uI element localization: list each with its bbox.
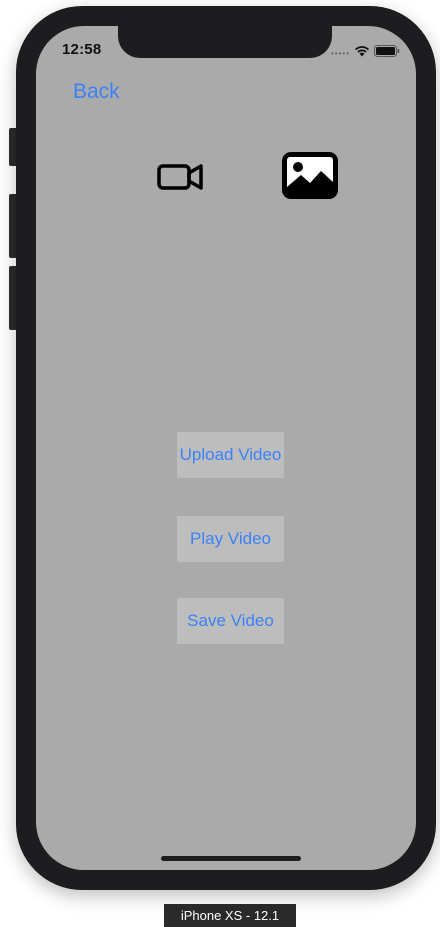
wifi-icon: [354, 44, 370, 62]
back-button[interactable]: Back: [73, 80, 120, 104]
simulator-window: 12:58 ••••• Back Upload Video Play Video…: [0, 0, 440, 927]
home-indicator[interactable]: [161, 856, 301, 861]
photo-library-icon[interactable]: [281, 151, 339, 200]
status-time: 12:58: [62, 41, 102, 58]
save-video-button[interactable]: Save Video: [177, 598, 284, 644]
status-indicators: •••••: [331, 44, 400, 62]
simulator-device-label: iPhone XS - 12.1: [164, 904, 296, 927]
play-video-button[interactable]: Play Video: [177, 516, 284, 562]
battery-icon: [374, 44, 400, 62]
notch: [118, 26, 332, 58]
signal-dots-icon: •••••: [330, 48, 350, 58]
video-camera-icon[interactable]: [157, 163, 203, 191]
upload-video-button[interactable]: Upload Video: [177, 432, 284, 478]
app-screen: 12:58 ••••• Back Upload Video Play Video…: [36, 26, 416, 870]
device-frame: 12:58 ••••• Back Upload Video Play Video…: [16, 6, 436, 890]
